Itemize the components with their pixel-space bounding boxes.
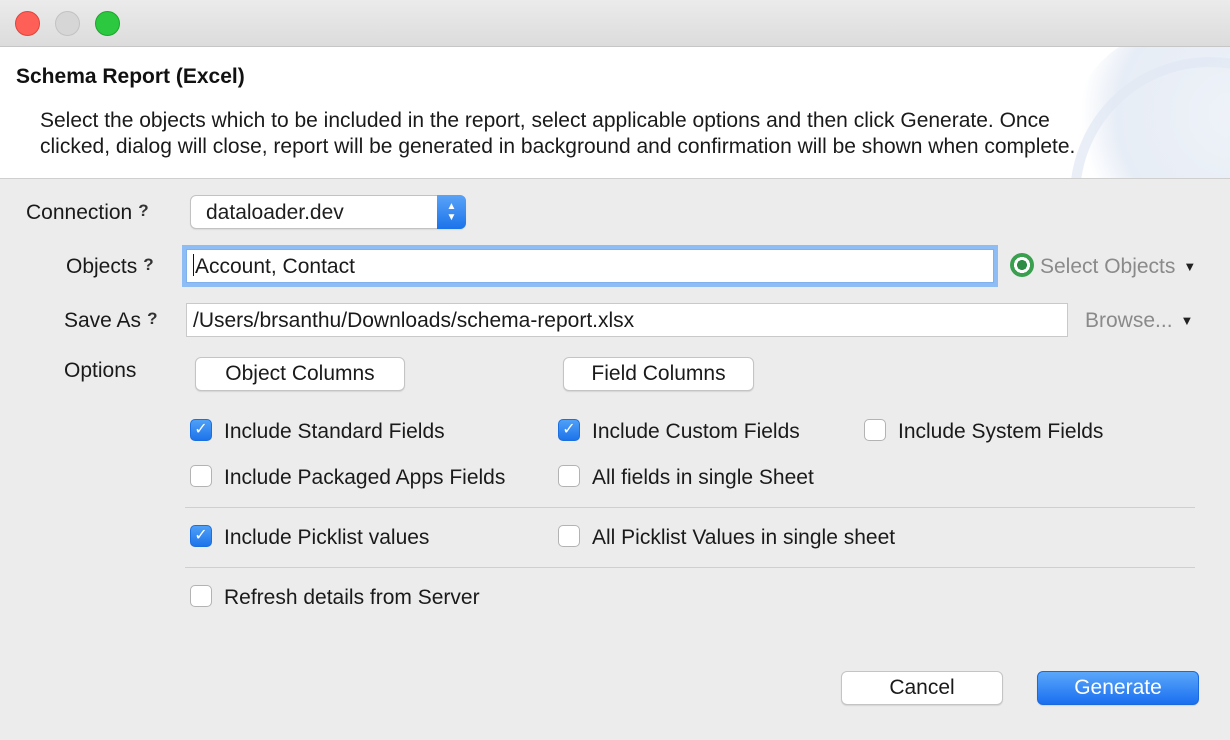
connection-label: Connection? — [26, 201, 149, 225]
checkbox-label: Include Standard Fields — [224, 420, 445, 443]
chevron-updown-icon: ▲ ▼ — [437, 195, 466, 229]
objects-label: Objects? — [66, 255, 154, 279]
include-custom-fields-checkbox[interactable]: ✓ Include Custom Fields — [558, 419, 800, 446]
checkbox-label: All Picklist Values in single sheet — [592, 526, 896, 549]
connection-help-icon[interactable]: ? — [138, 201, 148, 220]
include-standard-fields-checkbox[interactable]: ✓ Include Standard Fields — [190, 419, 445, 446]
checkbox-label: Include Custom Fields — [592, 420, 800, 443]
dropdown-arrow-icon: ▼ — [1183, 259, 1197, 274]
checkbox-checked-icon: ✓ — [190, 525, 212, 548]
objects-help-icon[interactable]: ? — [143, 255, 153, 274]
include-packaged-apps-fields-checkbox[interactable]: Include Packaged Apps Fields — [190, 465, 506, 492]
options-label: Options — [64, 359, 137, 382]
select-objects-button[interactable]: Select Objects ▼ — [1010, 253, 1197, 279]
save-as-input[interactable]: /Users/brsanthu/Downloads/schema-report.… — [186, 303, 1068, 337]
save-as-help-icon[interactable]: ? — [147, 309, 157, 328]
text-caret — [193, 254, 194, 277]
connection-label-text: Connection — [26, 201, 133, 224]
cancel-button[interactable]: Cancel — [841, 671, 1003, 705]
options-separator — [185, 507, 1195, 508]
refresh-details-from-server-checkbox[interactable]: Refresh details from Server — [190, 585, 480, 612]
objects-label-text: Objects — [66, 255, 138, 278]
objects-input-value: Account, Contact — [195, 255, 355, 278]
generate-button[interactable]: Generate — [1037, 671, 1199, 705]
dialog-title: Schema Report (Excel) — [16, 65, 245, 88]
include-picklist-values-checkbox[interactable]: ✓ Include Picklist values — [190, 525, 430, 552]
checkbox-label: Refresh details from Server — [224, 586, 480, 609]
dialog-description: Select the objects which to be included … — [40, 109, 1076, 158]
checkbox-unchecked-icon — [558, 465, 580, 488]
window-titlebar — [0, 0, 1230, 47]
save-as-label-text: Save As — [64, 309, 142, 332]
field-columns-button[interactable]: Field Columns — [563, 357, 754, 391]
checkbox-label: Include Packaged Apps Fields — [224, 466, 506, 489]
checkbox-unchecked-icon — [558, 525, 580, 548]
connection-select[interactable]: dataloader.dev ▲ ▼ — [190, 195, 466, 229]
browse-button[interactable]: Browse... ▼ — [1085, 309, 1193, 333]
close-window-icon[interactable] — [15, 11, 40, 36]
options-separator — [185, 567, 1195, 568]
connection-select-value: dataloader.dev — [206, 201, 344, 224]
checkbox-unchecked-icon — [864, 419, 886, 442]
all-picklist-values-single-sheet-checkbox[interactable]: All Picklist Values in single sheet — [558, 525, 896, 552]
checkbox-checked-icon: ✓ — [190, 419, 212, 442]
checkbox-checked-icon: ✓ — [558, 419, 580, 442]
dialog-header: Schema Report (Excel) Select the objects… — [0, 47, 1230, 179]
checkbox-unchecked-icon — [190, 465, 212, 488]
checkbox-label: All fields in single Sheet — [592, 466, 814, 489]
select-objects-icon — [1010, 253, 1034, 278]
checkbox-label: Include Picklist values — [224, 526, 430, 549]
save-as-label: Save As? — [64, 309, 157, 333]
all-fields-single-sheet-checkbox[interactable]: All fields in single Sheet — [558, 465, 814, 492]
zoom-window-icon[interactable] — [95, 11, 120, 36]
checkbox-label: Include System Fields — [898, 420, 1104, 443]
checkbox-unchecked-icon — [190, 585, 212, 608]
browse-label: Browse... — [1085, 309, 1173, 332]
dropdown-arrow-icon: ▼ — [1180, 313, 1194, 328]
object-columns-button[interactable]: Object Columns — [195, 357, 405, 391]
minimize-window-icon[interactable] — [55, 11, 80, 36]
select-objects-label: Select Objects — [1040, 255, 1176, 278]
include-system-fields-checkbox[interactable]: Include System Fields — [864, 419, 1104, 446]
objects-input[interactable]: Account, Contact — [186, 249, 994, 283]
